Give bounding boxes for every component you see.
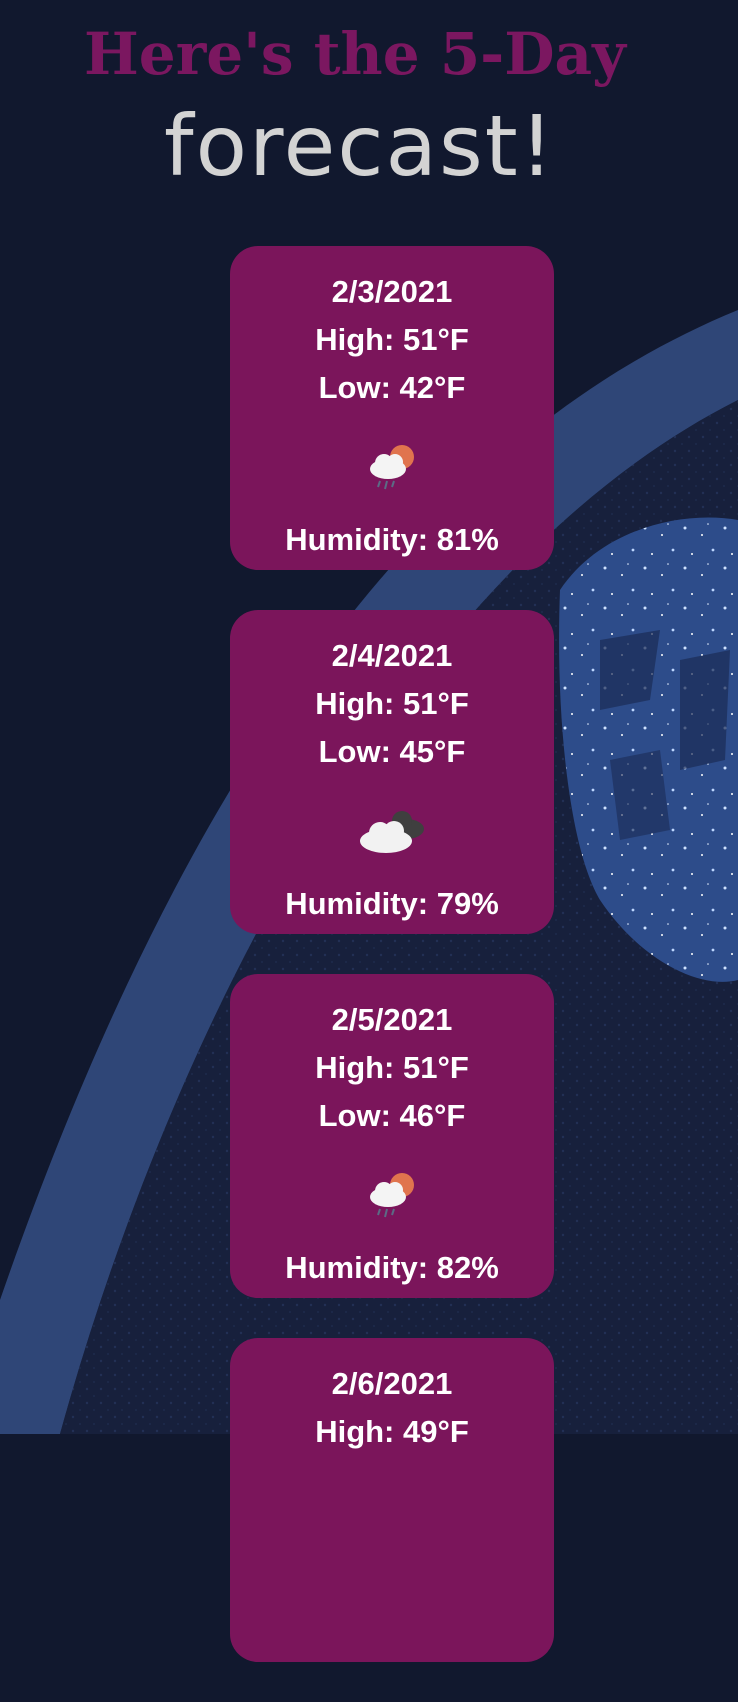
forecast-card: 2/5/2021 High: 51°F Low: 46°F Humidity: … xyxy=(230,974,554,1298)
forecast-card-list: 2/3/2021 High: 51°F Low: 42°F Humidity: … xyxy=(230,246,554,1702)
rain-sun-cloud-icon xyxy=(370,1173,414,1218)
forecast-high: High: 51°F xyxy=(315,1050,469,1085)
forecast-humidity: Humidity: 79% xyxy=(285,886,499,921)
forecast-high: High: 51°F xyxy=(315,322,469,357)
forecast-humidity: Humidity: 82% xyxy=(285,1250,499,1285)
forecast-high: High: 49°F xyxy=(315,1414,469,1449)
heading-title: Here's the 5-Day xyxy=(84,20,626,88)
rain-sun-cloud-icon xyxy=(370,445,414,490)
forecast-date: 2/5/2021 xyxy=(331,1002,453,1037)
overcast-clouds-icon xyxy=(360,811,424,853)
forecast-low: Low: 45°F xyxy=(318,734,466,769)
forecast-card: 2/3/2021 High: 51°F Low: 42°F Humidity: … xyxy=(230,246,554,570)
forecast-card: 2/4/2021 High: 51°F Low: 45°F Humidity: … xyxy=(230,610,554,934)
forecast-date: 2/3/2021 xyxy=(331,274,453,309)
forecast-humidity: Humidity: 81% xyxy=(285,522,499,557)
forecast-date: 2/4/2021 xyxy=(331,638,453,673)
forecast-date: 2/6/2021 xyxy=(331,1366,453,1401)
heading-subtitle: forecast! xyxy=(164,97,556,195)
forecast-low: Low: 46°F xyxy=(318,1098,466,1133)
forecast-card: 2/6/2021 High: 49°F xyxy=(230,1338,554,1662)
forecast-low: Low: 42°F xyxy=(318,370,466,405)
forecast-high: High: 51°F xyxy=(315,686,469,721)
